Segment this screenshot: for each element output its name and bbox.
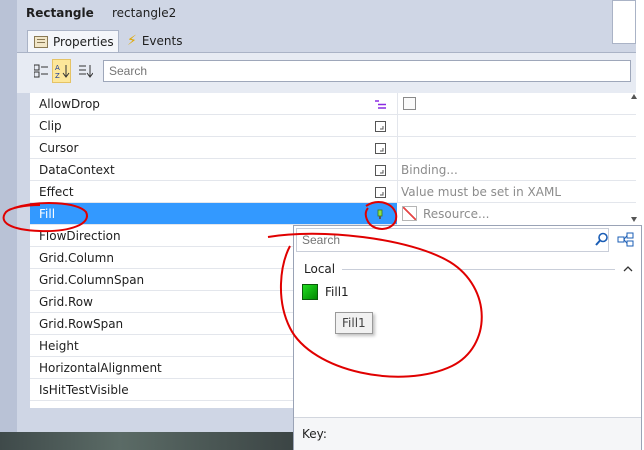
fill1-color-swatch[interactable]	[302, 284, 318, 300]
element-type-label: Rectangle	[26, 6, 94, 20]
property-name: AllowDrop	[39, 97, 100, 111]
tab-events-label: Events	[141, 34, 183, 48]
source-order-icon	[78, 65, 93, 78]
no-brush-icon	[402, 206, 417, 221]
column-divider	[397, 159, 398, 181]
tab-events[interactable]: ⚡ Events	[124, 30, 197, 52]
resource-search-input[interactable]	[296, 228, 609, 252]
property-name: Clip	[39, 119, 62, 133]
property-name: Cursor	[39, 141, 79, 155]
sort-az-icon: A Z	[55, 64, 69, 79]
advanced-options-icon[interactable]	[374, 98, 386, 110]
property-name: Grid.ColumnSpan	[39, 273, 145, 287]
column-divider	[397, 93, 398, 115]
resource-group-header: Local	[304, 262, 336, 276]
key-label: Key:	[302, 427, 327, 441]
property-row-effect[interactable]: Effect Value must be set in XAML	[30, 181, 636, 203]
property-name: DataContext	[39, 163, 115, 177]
svg-text:A: A	[55, 64, 60, 72]
property-name: Height	[39, 339, 79, 353]
column-divider	[397, 137, 398, 159]
tab-properties[interactable]: Properties	[27, 30, 119, 52]
fill-value-cell[interactable]: Resource...	[398, 203, 636, 225]
advanced-options-icon[interactable]	[374, 120, 386, 132]
scroll-up-arrow[interactable]	[631, 94, 637, 99]
svg-text:Z: Z	[55, 72, 60, 79]
property-row-datacontext[interactable]: DataContext Binding...	[30, 159, 636, 181]
property-name: Grid.Column	[39, 251, 114, 265]
allowdrop-checkbox[interactable]	[403, 97, 416, 110]
categorize-button[interactable]	[31, 59, 50, 83]
categorize-icon	[33, 64, 48, 78]
resource-key-footer: Key:	[294, 417, 641, 450]
resource-item-label[interactable]: Fill1	[325, 285, 349, 299]
left-edge	[0, 0, 17, 432]
property-name: HorizontalAlignment	[39, 361, 162, 375]
advanced-options-icon[interactable]	[374, 142, 386, 154]
source-order-button[interactable]	[76, 59, 95, 83]
column-divider	[397, 181, 398, 203]
property-name: FlowDirection	[39, 229, 121, 243]
property-value[interactable]: Binding...	[401, 163, 458, 177]
property-name: Grid.Row	[39, 295, 93, 309]
lightning-icon: ⚡	[127, 33, 137, 49]
advanced-options-icon[interactable]	[374, 164, 386, 176]
property-row-fill[interactable]: Fill Resource...	[30, 203, 636, 225]
search-icon[interactable]	[595, 232, 609, 249]
element-name-label: rectangle2	[112, 6, 177, 20]
property-value: Value must be set in XAML	[401, 185, 562, 199]
element-header: Rectangle rectangle2	[17, 0, 612, 28]
property-row-clip[interactable]: Clip	[30, 115, 636, 137]
group-divider	[342, 269, 615, 270]
property-row-allowdrop[interactable]: AllowDrop	[30, 93, 636, 115]
resource-marker-icon[interactable]	[374, 208, 386, 220]
column-divider	[397, 115, 398, 137]
collapse-chevron-icon[interactable]	[623, 262, 633, 276]
property-name: Fill	[39, 207, 56, 221]
property-name: Effect	[39, 185, 74, 199]
scroll-down-arrow[interactable]	[631, 217, 637, 222]
property-name: IsHitTestVisible	[39, 383, 129, 397]
property-row-cursor[interactable]: Cursor	[30, 137, 636, 159]
resource-tooltip: Fill1	[335, 312, 373, 334]
property-search-input[interactable]	[103, 60, 631, 82]
desktop-background-strip	[0, 432, 300, 450]
advanced-options-icon[interactable]	[374, 186, 386, 198]
element-preview-box	[612, 0, 636, 44]
alphabetical-sort-button[interactable]: A Z	[52, 59, 71, 83]
property-value[interactable]: Resource...	[423, 207, 489, 221]
resource-picker-popup: Local Fill1 Fill1 Key:	[293, 225, 642, 450]
tab-properties-label: Properties	[53, 34, 114, 49]
property-name: Grid.RowSpan	[39, 317, 124, 331]
properties-icon	[34, 35, 48, 48]
view-mode-icon[interactable]	[617, 232, 635, 250]
